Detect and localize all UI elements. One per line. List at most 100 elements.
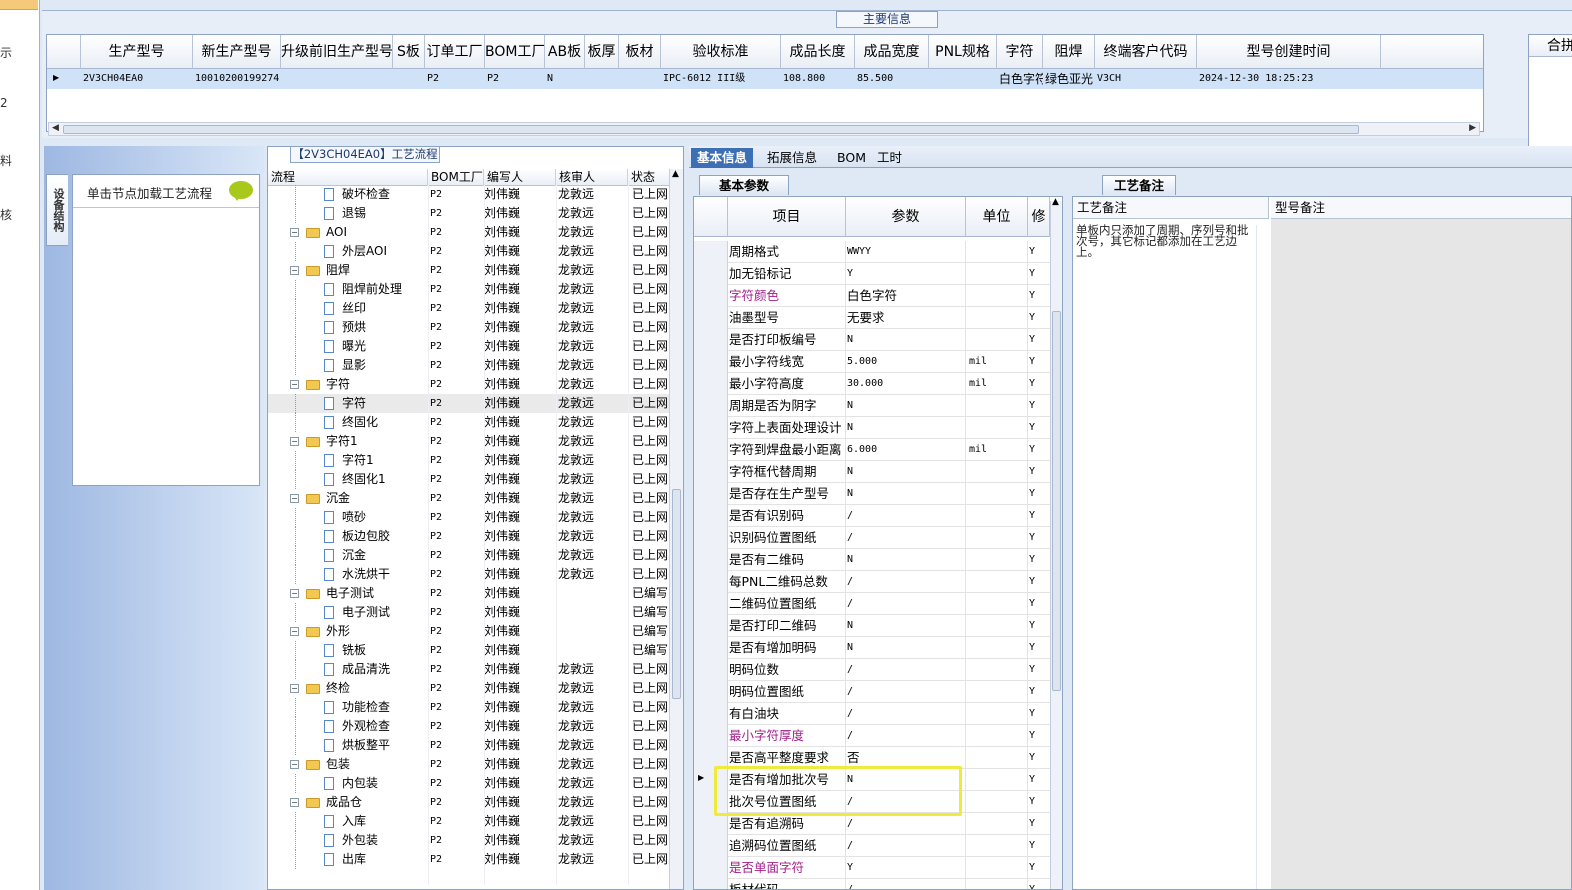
- cell-9[interactable]: IPC-6012 III级: [661, 69, 781, 89]
- nav-item-3[interactable]: 料: [0, 152, 12, 169]
- tree-node-label[interactable]: 字符: [342, 394, 428, 413]
- param-value[interactable]: N: [846, 417, 966, 439]
- tree-row[interactable]: 喷砂 P2 刘伟巍 龙敦远 已上网: [268, 508, 670, 527]
- param-row[interactable]: 周期格式 WWYY Y: [694, 241, 1050, 263]
- param-value[interactable]: 白色字符: [846, 285, 966, 307]
- tree-row[interactable]: − 包装 P2 刘伟巍 龙敦远 已上网: [268, 755, 670, 774]
- tree-row[interactable]: 功能检查 P2 刘伟巍 龙敦远 已上网: [268, 698, 670, 717]
- param-row[interactable]: 板材代码 / Y: [694, 879, 1050, 889]
- process-tree-vscrollbar[interactable]: ▲: [669, 169, 683, 889]
- param-col-header[interactable]: 项目: [728, 197, 846, 237]
- param-row[interactable]: 明码位置图纸 / Y: [694, 681, 1050, 703]
- param-value[interactable]: N: [846, 637, 966, 659]
- tree-col-header[interactable]: 流程: [268, 169, 428, 186]
- param-row[interactable]: 是否打印板编号 N Y: [694, 329, 1050, 351]
- tree-row[interactable]: 内包装 P2 刘伟巍 龙敦远 已上网: [268, 774, 670, 793]
- tree-node-label[interactable]: 成品仓: [326, 793, 426, 812]
- param-row[interactable]: 周期是否为阴字 N Y: [694, 395, 1050, 417]
- param-value[interactable]: /: [846, 879, 966, 889]
- cell-14[interactable]: 绿色亚光: [1043, 69, 1095, 89]
- col-header[interactable]: 生产型号: [81, 35, 193, 69]
- param-value[interactable]: N: [846, 461, 966, 483]
- col-header[interactable]: 订单工厂: [425, 35, 485, 69]
- tab-process-notes[interactable]: 工艺备注: [1102, 175, 1176, 195]
- param-row[interactable]: 最小字符高度 30.000 mil Y: [694, 373, 1050, 395]
- cell-0[interactable]: 2V3CH04EA0: [81, 69, 193, 89]
- tab-3[interactable]: BOM: [831, 148, 872, 168]
- param-value[interactable]: N: [846, 395, 966, 417]
- tree-node-label[interactable]: 水洗烘干: [342, 565, 428, 584]
- tree-row[interactable]: 字符1 P2 刘伟巍 龙敦远 已上网: [268, 451, 670, 470]
- cell-10[interactable]: 108.800: [781, 69, 855, 89]
- tree-row[interactable]: 字符 P2 刘伟巍 龙敦远 已上网: [268, 394, 670, 413]
- tree-node-label[interactable]: 显影: [342, 356, 428, 375]
- tree-node-label[interactable]: 喷砂: [342, 508, 428, 527]
- tree-node-label[interactable]: 入库: [342, 812, 428, 831]
- scroll-right-icon[interactable]: ▶: [1469, 123, 1476, 133]
- param-value[interactable]: /: [846, 527, 966, 549]
- tree-row[interactable]: 出库 P2 刘伟巍 龙敦远 已上网: [268, 850, 670, 869]
- tree-node-label[interactable]: 内包装: [342, 774, 428, 793]
- tree-node-label[interactable]: 成品清洗: [342, 660, 428, 679]
- col-header[interactable]: 成品宽度: [855, 35, 929, 69]
- tree-scroll-thumb[interactable]: [672, 489, 681, 699]
- param-row[interactable]: 字符颜色 白色字符 Y: [694, 285, 1050, 307]
- collapse-icon[interactable]: −: [290, 589, 299, 598]
- tree-node-label[interactable]: 出库: [342, 850, 428, 869]
- tree-node-label[interactable]: 字符1: [326, 432, 426, 451]
- tree-row[interactable]: 终固化1 P2 刘伟巍 龙敦远 已上网: [268, 470, 670, 489]
- col-header[interactable]: BOM工厂: [485, 35, 545, 69]
- param-value[interactable]: /: [846, 505, 966, 527]
- param-value[interactable]: 无要求: [846, 307, 966, 329]
- nav-item-1[interactable]: 示: [0, 44, 12, 61]
- col-header[interactable]: 成品长度: [781, 35, 855, 69]
- param-value[interactable]: /: [846, 725, 966, 747]
- tree-node-label[interactable]: 功能检查: [342, 698, 428, 717]
- param-value[interactable]: 30.000: [846, 373, 966, 395]
- tree-node-label[interactable]: 板边包胶: [342, 527, 428, 546]
- tree-row[interactable]: − 终检 P2 刘伟巍 龙敦远 已上网: [268, 679, 670, 698]
- tree-row[interactable]: 丝印 P2 刘伟巍 龙敦远 已上网: [268, 299, 670, 318]
- collapse-icon[interactable]: −: [290, 494, 299, 503]
- tree-node-label[interactable]: 沉金: [326, 489, 426, 508]
- collapse-icon[interactable]: −: [290, 266, 299, 275]
- cell-5[interactable]: P2: [485, 69, 545, 89]
- main-info-hscrollbar[interactable]: ◀ ▶: [48, 122, 1480, 136]
- tree-row[interactable]: 外层AOI P2 刘伟巍 龙敦远 已上网: [268, 242, 670, 261]
- tree-row[interactable]: − 外形 P2 刘伟巍 已编写: [268, 622, 670, 641]
- tree-node-label[interactable]: 破坏检查: [342, 185, 428, 204]
- param-row[interactable]: 字符到焊盘最小距离 6.000 mil Y: [694, 439, 1050, 461]
- tree-node-label[interactable]: 阻焊: [326, 261, 426, 280]
- col-header[interactable]: PNL规格: [929, 35, 997, 69]
- param-col-header[interactable]: 单位: [966, 197, 1028, 237]
- col-header[interactable]: 验收标准: [661, 35, 781, 69]
- tree-row[interactable]: − 电子测试 P2 刘伟巍 已编写: [268, 584, 670, 603]
- tree-col-header[interactable]: 编写人: [484, 169, 556, 186]
- note-scrollbar[interactable]: [1256, 225, 1268, 889]
- tree-node-label[interactable]: 终固化: [342, 413, 428, 432]
- scroll-up-icon[interactable]: ▲: [1052, 197, 1059, 207]
- tree-row[interactable]: 电子测试 P2 刘伟巍 已编写: [268, 603, 670, 622]
- param-row[interactable]: 油墨型号 无要求 Y: [694, 307, 1050, 329]
- collapse-icon[interactable]: −: [290, 684, 299, 693]
- collapse-icon[interactable]: −: [290, 798, 299, 807]
- tree-row[interactable]: − 阻焊 P2 刘伟巍 龙敦远 已上网: [268, 261, 670, 280]
- param-value[interactable]: Y: [846, 857, 966, 879]
- nav-item-2[interactable]: 2: [0, 96, 8, 110]
- param-row[interactable]: 最小字符线宽 5.000 mil Y: [694, 351, 1050, 373]
- param-row[interactable]: 是否打印二维码 N Y: [694, 615, 1050, 637]
- scroll-up-icon[interactable]: ▲: [672, 169, 679, 179]
- tree-node-label[interactable]: 字符1: [342, 451, 428, 470]
- cell-11[interactable]: 85.500: [855, 69, 929, 89]
- tree-row[interactable]: 阻焊前处理 P2 刘伟巍 龙敦远 已上网: [268, 280, 670, 299]
- tree-node-label[interactable]: 阻焊前处理: [342, 280, 428, 299]
- param-value[interactable]: N: [846, 329, 966, 351]
- param-value[interactable]: /: [846, 681, 966, 703]
- param-row[interactable]: 每PNL二维码总数 / Y: [694, 571, 1050, 593]
- param-value[interactable]: 6.000: [846, 439, 966, 461]
- tree-node-label[interactable]: 预烘: [342, 318, 428, 337]
- collapse-icon[interactable]: −: [290, 627, 299, 636]
- tree-row[interactable]: 入库 P2 刘伟巍 龙敦远 已上网: [268, 812, 670, 831]
- tree-row[interactable]: 显影 P2 刘伟巍 龙敦远 已上网: [268, 356, 670, 375]
- tab-4[interactable]: 工时: [871, 148, 908, 168]
